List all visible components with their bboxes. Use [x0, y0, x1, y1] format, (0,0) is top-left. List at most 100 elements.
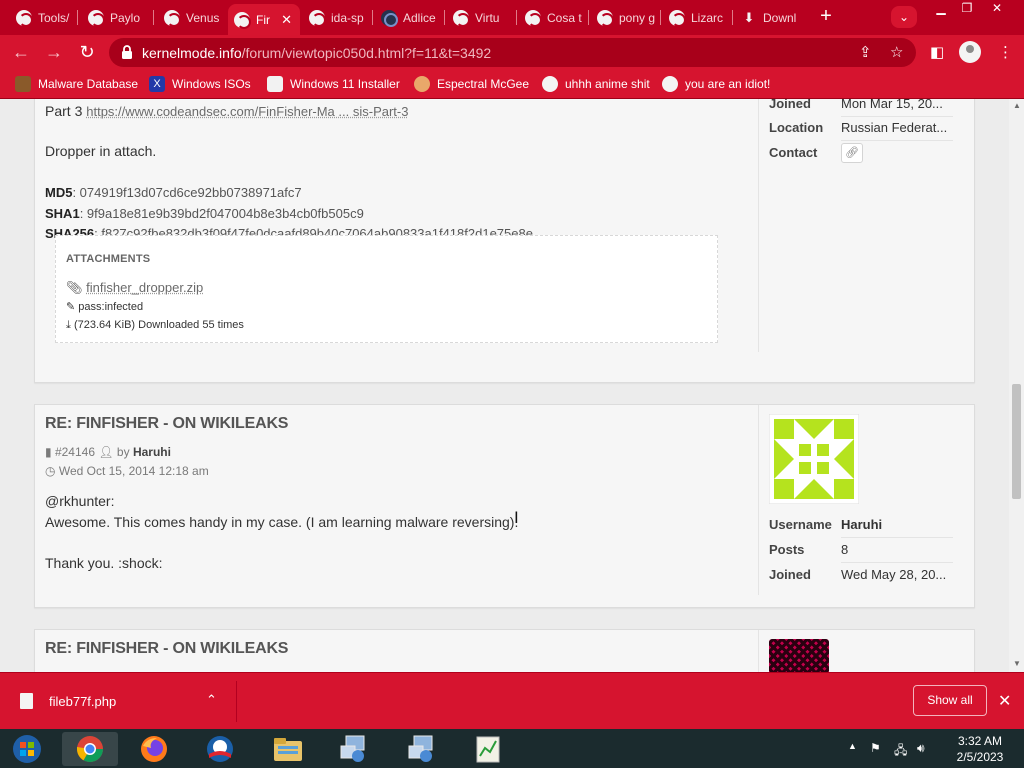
system-clock[interactable]: 3:32 AM 2/5/2023 [945, 733, 1015, 765]
new-tab-button[interactable]: + [814, 6, 838, 28]
firefox-icon [141, 736, 167, 762]
poster-profile: Joined Mon Mar 15, 20... Location Russian … [758, 99, 976, 352]
tab-venus[interactable]: Venus [158, 4, 228, 31]
globe-icon [16, 9, 33, 27]
identicon-avatar[interactable] [769, 414, 859, 504]
close-window-button[interactable]: ✕ [982, 0, 1012, 18]
bookmark-malware-database[interactable]: Malware Database [15, 76, 138, 92]
network-setup-icon [340, 735, 365, 762]
globe-icon [164, 9, 181, 27]
side-panel-icon[interactable]: ◧ [930, 43, 944, 61]
lock-icon [122, 45, 132, 59]
show-all-button[interactable]: Show all [913, 685, 987, 716]
menu-kebab-icon[interactable]: ⋮ [998, 43, 1013, 61]
start-orb-icon [13, 735, 41, 763]
tab-tools[interactable]: Tools/ [10, 4, 78, 31]
paperclip-icon: 📎︎ [66, 280, 83, 295]
forum-post: RE: FINFISHER - ON WIKILEAKS [34, 629, 975, 672]
browser-toolbar: ← → ↻ kernelmode.info/forum/viewtopic050… [0, 35, 1024, 70]
action-center-flag-icon[interactable]: ⚑ [870, 741, 881, 755]
avatar[interactable] [769, 639, 829, 672]
taskbar-chrome[interactable] [62, 732, 118, 766]
post-meta: ▮ #24146 👤︎ by Haruhi [45, 445, 171, 459]
restore-button[interactable]: ❐ [952, 0, 982, 18]
post-link-line: Part 3 https://www.codeandsec.com/FinFis… [45, 103, 409, 119]
reload-button[interactable]: ↻ [74, 39, 100, 65]
address-bar[interactable]: kernelmode.info/forum/viewtopic050d.html… [109, 38, 916, 67]
taskbar-file-explorer[interactable] [260, 732, 316, 766]
windows-taskbar: ▲ ⚑ 🖧︎ 🔊︎ 3:32 AM 2/5/2023 [0, 729, 1024, 768]
attachment-file: 📎︎ finfisher_dropper.zip [66, 280, 203, 296]
taskbar-network-app-1[interactable] [326, 732, 382, 766]
scroll-up-icon[interactable]: ▲ [1013, 101, 1021, 110]
poster-profile [758, 630, 976, 672]
tab-lizard[interactable]: Lizarc [663, 4, 733, 31]
forward-button[interactable]: → [41, 39, 67, 65]
globe-icon [525, 9, 542, 27]
bookmark-windows11-installer[interactable]: Windows 11 Installer [267, 76, 400, 92]
md5-line: MD5: 074919f13d07cd6ce92bb0738971afc7 [45, 185, 302, 200]
tab-strip: Tools/ Paylo Venus Fir ✕ ida-sp Adlice Vi… [0, 0, 1024, 35]
tab-ida[interactable]: ida-sp [303, 4, 373, 31]
poster-profile: Username Haruhi Posts 8 Joined Wed May 28, … [758, 405, 976, 595]
tab-virtu[interactable]: Virtu [447, 4, 517, 31]
file-explorer-icon [274, 738, 302, 761]
post-title[interactable]: RE: FINFISHER - ON WIKILEAKS [45, 415, 288, 433]
close-tab-icon[interactable]: ✕ [281, 12, 292, 28]
bookmark-windows-isos[interactable]: X Windows ISOs [149, 76, 251, 92]
post-title[interactable]: RE: FINFISHER - ON WIKILEAKS [45, 640, 288, 658]
article-link[interactable]: https://www.codeandsec.com/FinFisher-Ma … [86, 104, 408, 119]
text-cursor-icon: I [514, 508, 519, 527]
post-id-link[interactable]: #24146 [55, 445, 95, 459]
taskbar-obama-app[interactable] [192, 732, 248, 766]
show-hidden-icons-icon[interactable]: ▲ [848, 741, 857, 751]
bookmark-anime[interactable]: uhhh anime shit [542, 76, 650, 92]
taskbar-chart-app[interactable] [460, 732, 516, 766]
notepad-chart-icon [476, 736, 500, 763]
tab-pony[interactable]: pony g [591, 4, 661, 31]
scroll-down-icon[interactable]: ▼ [1013, 659, 1021, 668]
chrome-icon [76, 736, 104, 763]
globe-icon [453, 9, 470, 27]
back-button[interactable]: ← [8, 39, 34, 65]
taskbar-firefox[interactable] [126, 732, 182, 766]
profile-avatar-icon[interactable] [959, 41, 981, 63]
tab-search-button[interactable]: ⌄ [891, 6, 917, 28]
share-icon[interactable]: ⇪ [859, 43, 872, 61]
globe-icon [88, 9, 105, 27]
url-text: kernelmode.info/forum/viewtopic050d.html… [142, 45, 492, 61]
network-icon[interactable]: 🖧︎ [894, 741, 907, 762]
bookmark-star-icon[interactable]: ☆ [890, 43, 903, 61]
obama-logo-icon [207, 736, 233, 762]
attachments-box: ATTACHMENTS 📎︎ finfisher_dropper.zip ✎ p… [55, 235, 718, 343]
tab-cosa[interactable]: Cosa t [519, 4, 589, 31]
bookmark-you-are-an-idiot[interactable]: you are an idiot! [662, 76, 770, 92]
bookmarks-bar: Malware Database X Windows ISOs Windows 1… [0, 70, 1024, 99]
post-bookmark-icon: ▮ [45, 445, 52, 459]
taskbar-network-app-2[interactable] [394, 732, 450, 766]
bookmark-espectral-mcgee[interactable]: Espectral McGee [414, 76, 529, 92]
tab-payload[interactable]: Paylo [82, 4, 154, 31]
forum-post: RE: FINFISHER - ON WIKILEAKS ▮ #24146 👤︎… [34, 404, 975, 608]
forum-post: Part 3 https://www.codeandsec.com/FinFis… [34, 99, 975, 383]
scrollbar-thumb[interactable] [1012, 384, 1021, 499]
dropper-text: Dropper in attach. [45, 143, 157, 159]
download-options-chevron-icon[interactable]: ⌃ [206, 692, 217, 708]
post-text-line: Awesome. This comes handy in my case. (I… [45, 514, 519, 530]
author-link[interactable]: Haruhi [133, 445, 171, 459]
biohazard-icon [15, 76, 31, 92]
start-button[interactable] [0, 732, 54, 766]
volume-icon[interactable]: 🔊︎ [917, 741, 925, 756]
tab-adlice[interactable]: Adlice [375, 4, 445, 31]
download-item[interactable]: fileb77f.php [20, 693, 116, 709]
smiley-icon [662, 76, 678, 92]
globe-icon [309, 9, 326, 27]
attachment-comment: ✎ pass:infected [66, 301, 144, 313]
page-scrollbar[interactable]: ▲ ▼ [1009, 99, 1024, 672]
close-download-bar-icon[interactable]: ✕ [998, 691, 1011, 711]
contact-link-icon[interactable]: 🔗︎ [841, 143, 863, 163]
attachment-link[interactable]: finfisher_dropper.zip [86, 280, 203, 295]
tab-downloads[interactable]: ⬇ Downl [735, 4, 805, 31]
x-logo-icon: X [149, 76, 165, 92]
tab-finfisher-active[interactable]: Fir ✕ [228, 4, 300, 35]
